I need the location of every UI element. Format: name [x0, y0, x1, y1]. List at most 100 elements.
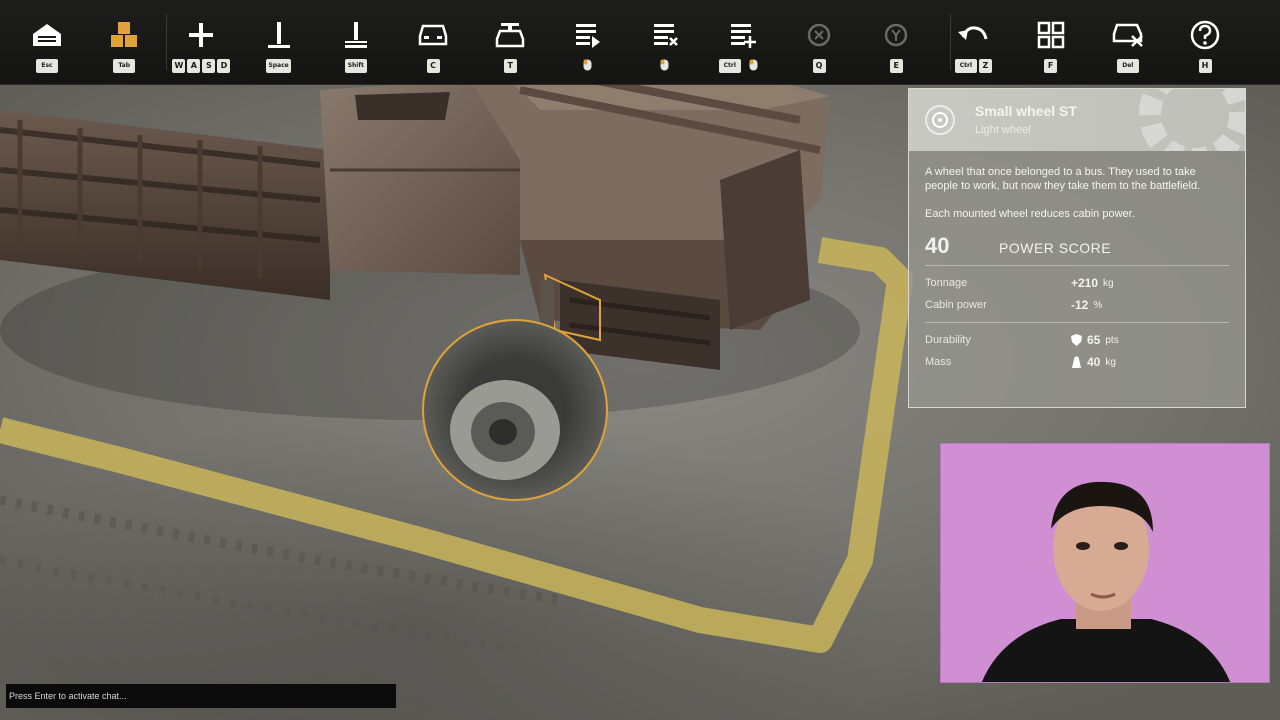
keycap: Shift	[344, 59, 367, 73]
keybind-hint: Shift	[344, 59, 367, 73]
tool-grid-button[interactable]: F	[1016, 0, 1086, 84]
tool-rotate-left-button[interactable]: Q	[784, 0, 854, 84]
stat-unit: kg	[1103, 277, 1114, 289]
divider	[925, 322, 1229, 323]
tool-move-button[interactable]: WASD	[166, 0, 236, 84]
keycap: Z	[978, 59, 992, 73]
power-score: 40 POWER SCORE	[925, 233, 1229, 259]
keycap: Tab	[113, 59, 136, 73]
tool-test-button[interactable]: T	[475, 0, 545, 84]
part-title: Small wheel ST	[975, 103, 1077, 119]
keybind-hint: E	[889, 59, 903, 73]
tool-list-select-button[interactable]	[552, 0, 622, 84]
rotate-right-icon	[879, 18, 913, 52]
parts-crates-icon	[107, 18, 141, 52]
keycap: Esc	[36, 59, 58, 73]
vehicle-front-icon	[416, 18, 450, 52]
part-description-text: A wheel that once belonged to a bus. The…	[925, 166, 1201, 192]
keycap: Space	[266, 59, 291, 73]
stat-unit: pts	[1105, 334, 1119, 346]
keybind-hint: Del	[1116, 59, 1139, 73]
keybind-hint: Tab	[113, 59, 136, 73]
keycap: Ctrl	[954, 59, 977, 73]
delete-vehicle-icon	[1111, 18, 1145, 52]
move-cross-icon	[184, 18, 218, 52]
part-description: A wheel that once belonged to a bus. The…	[925, 165, 1229, 221]
keycap: W	[172, 59, 186, 73]
stat-value: +210	[1071, 276, 1099, 290]
test-drive-icon	[493, 18, 527, 52]
part-info-panel: Small wheel ST Light wheel A wheel that …	[908, 88, 1246, 408]
keybind-hint: WASD	[172, 59, 231, 73]
keybind-hint: C	[426, 59, 440, 73]
tool-list-remove-button[interactable]	[630, 0, 700, 84]
stat-value: -12	[1071, 298, 1089, 312]
keycap: T	[503, 59, 517, 73]
keybind-hint: Ctrl	[718, 59, 765, 73]
shield-icon	[1071, 334, 1082, 346]
stat-value: 40	[1087, 355, 1101, 369]
gear-watermark-icon	[1139, 89, 1245, 151]
mouse-icon	[654, 59, 676, 73]
stat-unit: kg	[1105, 356, 1116, 368]
undo-icon	[956, 18, 990, 52]
stat-name: Durability	[925, 334, 971, 346]
tool-lower-button[interactable]: Shift	[321, 0, 391, 84]
keybind-hint: T	[503, 59, 517, 73]
rotate-left-icon	[802, 18, 836, 52]
tool-list-add-button[interactable]: Ctrl	[707, 0, 777, 84]
keybind-hint: Space	[266, 59, 291, 73]
keycap: A	[187, 59, 201, 73]
keycap: H	[1198, 59, 1212, 73]
wheel-badge-icon	[925, 105, 955, 135]
webcam-overlay	[940, 443, 1270, 683]
keybind-hint: Ctrl Z	[954, 59, 992, 73]
stat-row-cabin-power: Cabin power -12%	[925, 294, 1229, 316]
tool-rotate-right-button[interactable]: E	[861, 0, 931, 84]
mouse-icon	[743, 59, 765, 73]
part-header: Small wheel ST Light wheel	[909, 89, 1245, 151]
keycap: F	[1044, 59, 1058, 73]
chassis-frame	[0, 110, 330, 300]
tool-delete-vehicle-button[interactable]: Del	[1093, 0, 1163, 84]
stat-value: 65	[1087, 333, 1101, 347]
raise-part-icon	[262, 18, 296, 52]
stat-unit: %	[1093, 299, 1103, 311]
keycap: C	[426, 59, 440, 73]
power-score-label: POWER SCORE	[999, 240, 1112, 256]
toolbar-separator	[166, 14, 167, 70]
tool-help-button[interactable]: H	[1170, 0, 1240, 84]
keybind-hint	[654, 59, 676, 73]
part-note: Each mounted wheel reduces cabin power.	[925, 208, 1135, 220]
divider	[925, 265, 1229, 266]
power-score-value: 40	[925, 233, 950, 258]
stat-name: Cabin power	[925, 299, 987, 311]
tool-raise-button[interactable]: Space	[244, 0, 314, 84]
help-icon	[1188, 18, 1222, 52]
keycap: S	[202, 59, 216, 73]
list-add-icon	[725, 18, 759, 52]
tire-track	[0, 556, 521, 654]
keybind-hint	[576, 59, 598, 73]
stat-name: Tonnage	[925, 277, 968, 289]
garage-icon	[30, 18, 64, 52]
list-remove-icon	[648, 18, 682, 52]
keybind-hint: F	[1044, 59, 1058, 73]
streamer-silhouette	[981, 481, 1231, 682]
tool-parts-button[interactable]: Tab	[89, 0, 159, 84]
chat-input[interactable]: Press Enter to activate chat...	[6, 684, 396, 708]
keycap: E	[889, 59, 903, 73]
weight-icon	[1072, 356, 1081, 368]
tool-garage-button[interactable]: Esc	[12, 0, 82, 84]
lower-part-icon	[339, 18, 373, 52]
keybind-hint: Q	[812, 59, 826, 73]
build-toolbar: Esc Tab W A S D Space Shift C T Ctrl Q E Ctrl Z F Del H	[0, 0, 1280, 85]
keybind-hint: Esc	[36, 59, 58, 73]
keycap: Del	[1116, 59, 1139, 73]
stat-row-tonnage: Tonnage +210 kg	[925, 272, 1229, 294]
keycap: Ctrl	[718, 59, 741, 73]
stat-name: Mass	[925, 356, 952, 368]
stat-row-durability: Durability 65 pts	[925, 329, 1229, 351]
tool-camera-button[interactable]: C	[398, 0, 468, 84]
tool-undo-button[interactable]: Ctrl Z	[938, 0, 1008, 84]
